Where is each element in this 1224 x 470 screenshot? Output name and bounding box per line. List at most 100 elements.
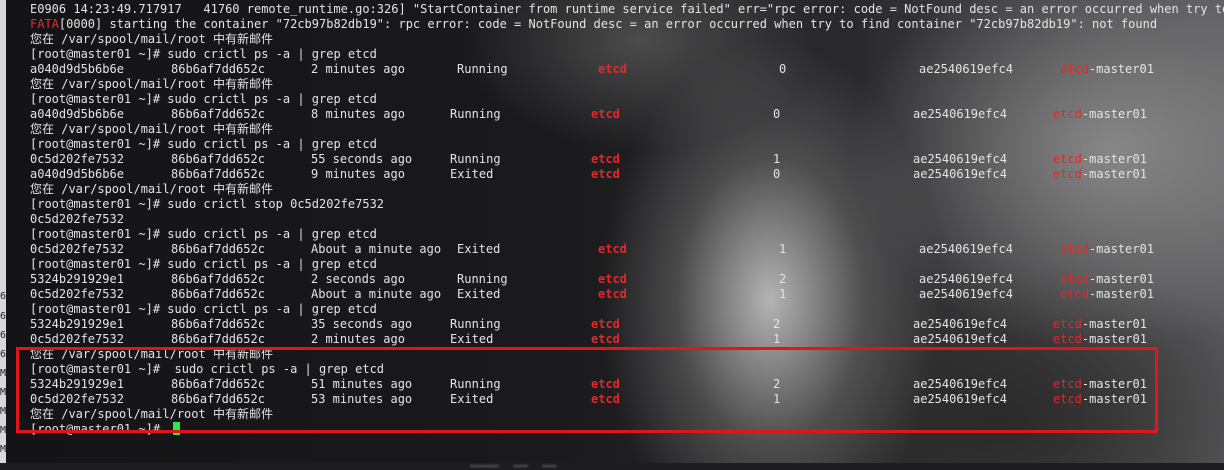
- pod-name-suffix: -master01: [1088, 287, 1154, 301]
- container-name: etcd: [598, 272, 627, 286]
- pod-name-suffix: -master01: [1088, 242, 1154, 256]
- pod-id: ae2540619efc4: [913, 167, 1007, 181]
- container-id: 5324b291929e1: [30, 272, 124, 286]
- shell-prompt: [root@master01 ~]#: [30, 92, 168, 106]
- pod-id: ae2540619efc4: [913, 317, 1007, 331]
- command-text: sudo crictl ps -a | grep etcd: [167, 257, 377, 271]
- fatal-line: FATA[0000] starting the container "72cb9…: [30, 17, 1157, 32]
- prompt-line: [root@master01 ~]# sudo crictl ps -a | g…: [30, 137, 377, 152]
- container-state: Running: [450, 107, 501, 121]
- container-name: etcd: [591, 317, 620, 331]
- pod-name-suffix: -master01: [1081, 152, 1147, 166]
- container-state: Exited: [457, 287, 501, 301]
- attempt-count: 0: [773, 107, 781, 121]
- error-line: E0906 14:23:49.717917 41760 remote_runti…: [30, 2, 1224, 16]
- attempt-count: 1: [779, 287, 787, 301]
- mail-notice: 您在 /var/spool/mail/root 中有新邮件: [30, 122, 273, 136]
- container-name: etcd: [591, 152, 620, 166]
- command-text: sudo crictl ps -a | grep etcd: [167, 137, 377, 151]
- image-id: 86b6af7dd652c: [171, 317, 265, 331]
- pod-name: etcd-master01: [1060, 62, 1154, 77]
- created-time: 2 seconds ago: [311, 272, 405, 286]
- pod-id: ae2540619efc4: [919, 242, 1013, 256]
- created-time: About a minute ago: [311, 242, 442, 256]
- created-time: About a minute ago: [311, 287, 442, 301]
- pod-id: ae2540619efc4: [919, 272, 1013, 286]
- mail-notice: 您在 /var/spool/mail/root 中有新邮件: [30, 77, 273, 91]
- attempt-count: 0: [779, 62, 787, 76]
- pod-id: ae2540619efc4: [913, 152, 1007, 166]
- container-id: 0c5d202fe7532: [30, 242, 124, 256]
- shell-prompt: [root@master01 ~]#: [30, 137, 168, 151]
- image-id: 86b6af7dd652c: [171, 107, 265, 121]
- prompt-line: [root@master01 ~]# sudo crictl ps -a | g…: [30, 92, 377, 107]
- attempt-count: 2: [779, 272, 787, 286]
- container-id: a040d9d5b6b6e: [30, 167, 124, 181]
- red-highlight-box: [16, 347, 1158, 433]
- shell-prompt: [root@master01 ~]#: [30, 227, 168, 241]
- pod-name-highlight: etcd: [1053, 167, 1082, 181]
- pod-name-suffix: -master01: [1081, 167, 1147, 181]
- fatal-message: [0000] starting the container "72cb97b82…: [58, 17, 1158, 31]
- container-name: etcd: [591, 332, 620, 346]
- pod-name-suffix: -master01: [1088, 272, 1154, 286]
- container-state: Running: [457, 272, 508, 286]
- created-time: 55 seconds ago: [311, 152, 413, 166]
- container-state: Exited: [450, 167, 494, 181]
- pod-name: etcd-master01: [1053, 332, 1147, 347]
- shell-prompt: [root@master01 ~]#: [30, 197, 168, 211]
- container-id: 0c5d202fe7532: [30, 152, 124, 166]
- image-id: 86b6af7dd652c: [171, 167, 265, 181]
- pod-id: ae2540619efc4: [919, 287, 1013, 301]
- prompt-line: [root@master01 ~]# sudo crictl ps -a | g…: [30, 47, 377, 62]
- pod-name-highlight: etcd: [1053, 107, 1082, 121]
- shell-prompt: [root@master01 ~]#: [30, 257, 168, 271]
- pod-name-highlight: etcd: [1060, 62, 1089, 76]
- image-id: 86b6af7dd652c: [171, 287, 265, 301]
- container-name: etcd: [598, 287, 627, 301]
- attempt-count: 2: [773, 317, 781, 331]
- prompt-line: [root@master01 ~]# sudo crictl ps -a | g…: [30, 227, 377, 242]
- prompt-line: [root@master01 ~]# sudo crictl stop 0c5d…: [30, 197, 384, 212]
- pod-id: ae2540619efc4: [913, 107, 1007, 121]
- pod-name-suffix: -master01: [1081, 317, 1147, 331]
- container-name: etcd: [598, 242, 627, 256]
- pod-name: etcd-master01: [1053, 167, 1147, 182]
- attempt-count: 1: [773, 152, 781, 166]
- container-name: etcd: [591, 167, 620, 181]
- command-text: sudo crictl ps -a | grep etcd: [167, 302, 377, 316]
- pod-name: etcd-master01: [1060, 242, 1154, 257]
- container-id: 0c5d202fe7532: [30, 287, 124, 301]
- pod-name-highlight: etcd: [1060, 287, 1089, 301]
- pod-name-highlight: etcd: [1060, 242, 1089, 256]
- container-state: Running: [450, 317, 501, 331]
- pod-name: etcd-master01: [1053, 317, 1147, 332]
- prompt-line: [root@master01 ~]# sudo crictl ps -a | g…: [30, 302, 377, 317]
- pod-name: etcd-master01: [1060, 287, 1154, 302]
- pod-name-highlight: etcd: [1053, 152, 1082, 166]
- shell-prompt: [root@master01 ~]#: [30, 47, 168, 61]
- attempt-count: 0: [773, 167, 781, 181]
- command-text: sudo crictl stop 0c5d202fe7532: [167, 197, 385, 211]
- container-state: Running: [450, 152, 501, 166]
- pod-name-suffix: -master01: [1081, 107, 1147, 121]
- command-text: sudo crictl ps -a | grep etcd: [167, 227, 377, 241]
- attempt-count: 1: [773, 332, 781, 346]
- fatal-prefix: FATA: [30, 17, 59, 31]
- command-text: sudo crictl ps -a | grep etcd: [167, 47, 377, 61]
- attempt-count: 1: [779, 242, 787, 256]
- prompt-line: [root@master01 ~]# sudo crictl ps -a | g…: [30, 257, 377, 272]
- image-id: 86b6af7dd652c: [171, 242, 265, 256]
- container-name: etcd: [591, 107, 620, 121]
- mail-notice: 您在 /var/spool/mail/root 中有新邮件: [30, 32, 273, 46]
- pod-name-suffix: -master01: [1081, 332, 1147, 346]
- command-output: 0c5d202fe7532: [30, 212, 124, 226]
- shell-prompt: [root@master01 ~]#: [30, 302, 168, 316]
- container-id: a040d9d5b6b6e: [30, 107, 124, 121]
- created-time: 2 minutes ago: [311, 62, 405, 76]
- container-name: etcd: [598, 62, 627, 76]
- pod-name-highlight: etcd: [1053, 317, 1082, 331]
- pod-id: ae2540619efc4: [913, 332, 1007, 346]
- image-id: 86b6af7dd652c: [171, 332, 265, 346]
- blurred-bottom-text: ………… …… ……: [470, 456, 557, 470]
